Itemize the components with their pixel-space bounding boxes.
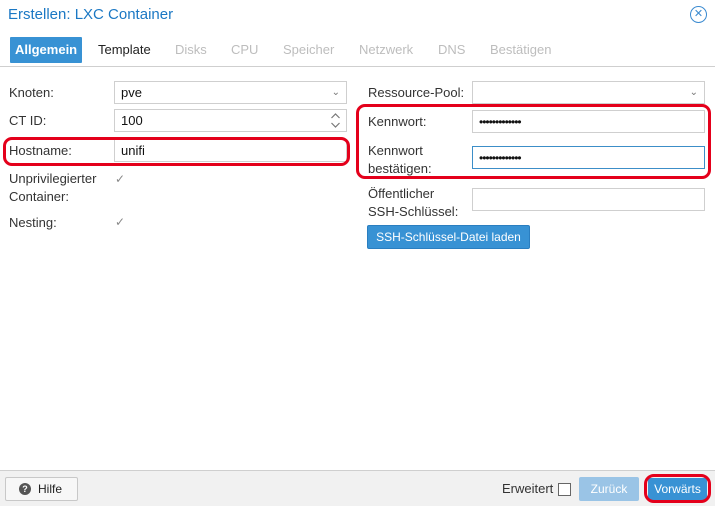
tab-allgemein[interactable]: Allgemein xyxy=(10,37,83,63)
nesting-label: Nesting: xyxy=(9,215,57,230)
window-title: Erstellen: LXC Container xyxy=(8,6,174,23)
ssh-label-line2: SSH-Schlüssel: xyxy=(368,204,459,219)
help-label: Hilfe xyxy=(38,482,63,496)
highlight-hostname xyxy=(3,137,350,166)
ctid-input[interactable]: 100 xyxy=(114,109,347,132)
tab-speicher[interactable]: Speicher xyxy=(283,37,334,63)
tab-disks[interactable]: Disks xyxy=(175,37,207,63)
nesting-checkbox[interactable]: ✓ xyxy=(115,216,128,229)
chevron-down-icon[interactable]: ⌄ xyxy=(690,82,698,103)
pool-select[interactable]: ⌄ xyxy=(472,81,705,104)
pool-label: Ressource-Pool: xyxy=(368,85,465,100)
highlight-next xyxy=(644,474,711,503)
advanced-checkbox[interactable] xyxy=(558,483,571,496)
help-icon: ? xyxy=(19,483,31,495)
unprivileged-label-line1: Unprivilegierter xyxy=(9,171,97,186)
divider xyxy=(0,66,715,67)
tab-dns[interactable]: DNS xyxy=(438,37,465,63)
chevron-down-icon[interactable]: ⌄ xyxy=(332,82,340,103)
tab-netzwerk[interactable]: Netzwerk xyxy=(359,37,413,63)
tab-cpu[interactable]: CPU xyxy=(231,37,258,63)
advanced-label: Erweitert xyxy=(502,481,554,496)
help-button[interactable]: ? Hilfe xyxy=(5,477,78,501)
ctid-value: 100 xyxy=(121,113,143,128)
back-button[interactable]: Zurück xyxy=(579,477,639,501)
highlight-password xyxy=(356,104,711,179)
spinner-icon[interactable] xyxy=(330,111,341,130)
unprivileged-label-line2: Container: xyxy=(9,189,69,204)
ssh-label-line1: Öffentlicher xyxy=(368,186,435,201)
close-icon[interactable]: ✕ xyxy=(690,6,707,23)
ssh-key-input[interactable] xyxy=(472,188,705,211)
node-label: Knoten: xyxy=(9,85,54,100)
ctid-label: CT ID: xyxy=(9,113,47,128)
wizard-tabs: Allgemein Template Disks CPU Speicher Ne… xyxy=(0,37,715,65)
tab-template[interactable]: Template xyxy=(98,37,151,63)
tab-bestaetigen[interactable]: Bestätigen xyxy=(490,37,551,63)
node-value: pve xyxy=(121,85,142,100)
unprivileged-checkbox[interactable]: ✓ xyxy=(115,173,128,186)
node-select[interactable]: pve ⌄ xyxy=(114,81,347,104)
ssh-load-button[interactable]: SSH-Schlüssel-Datei laden xyxy=(367,225,530,249)
